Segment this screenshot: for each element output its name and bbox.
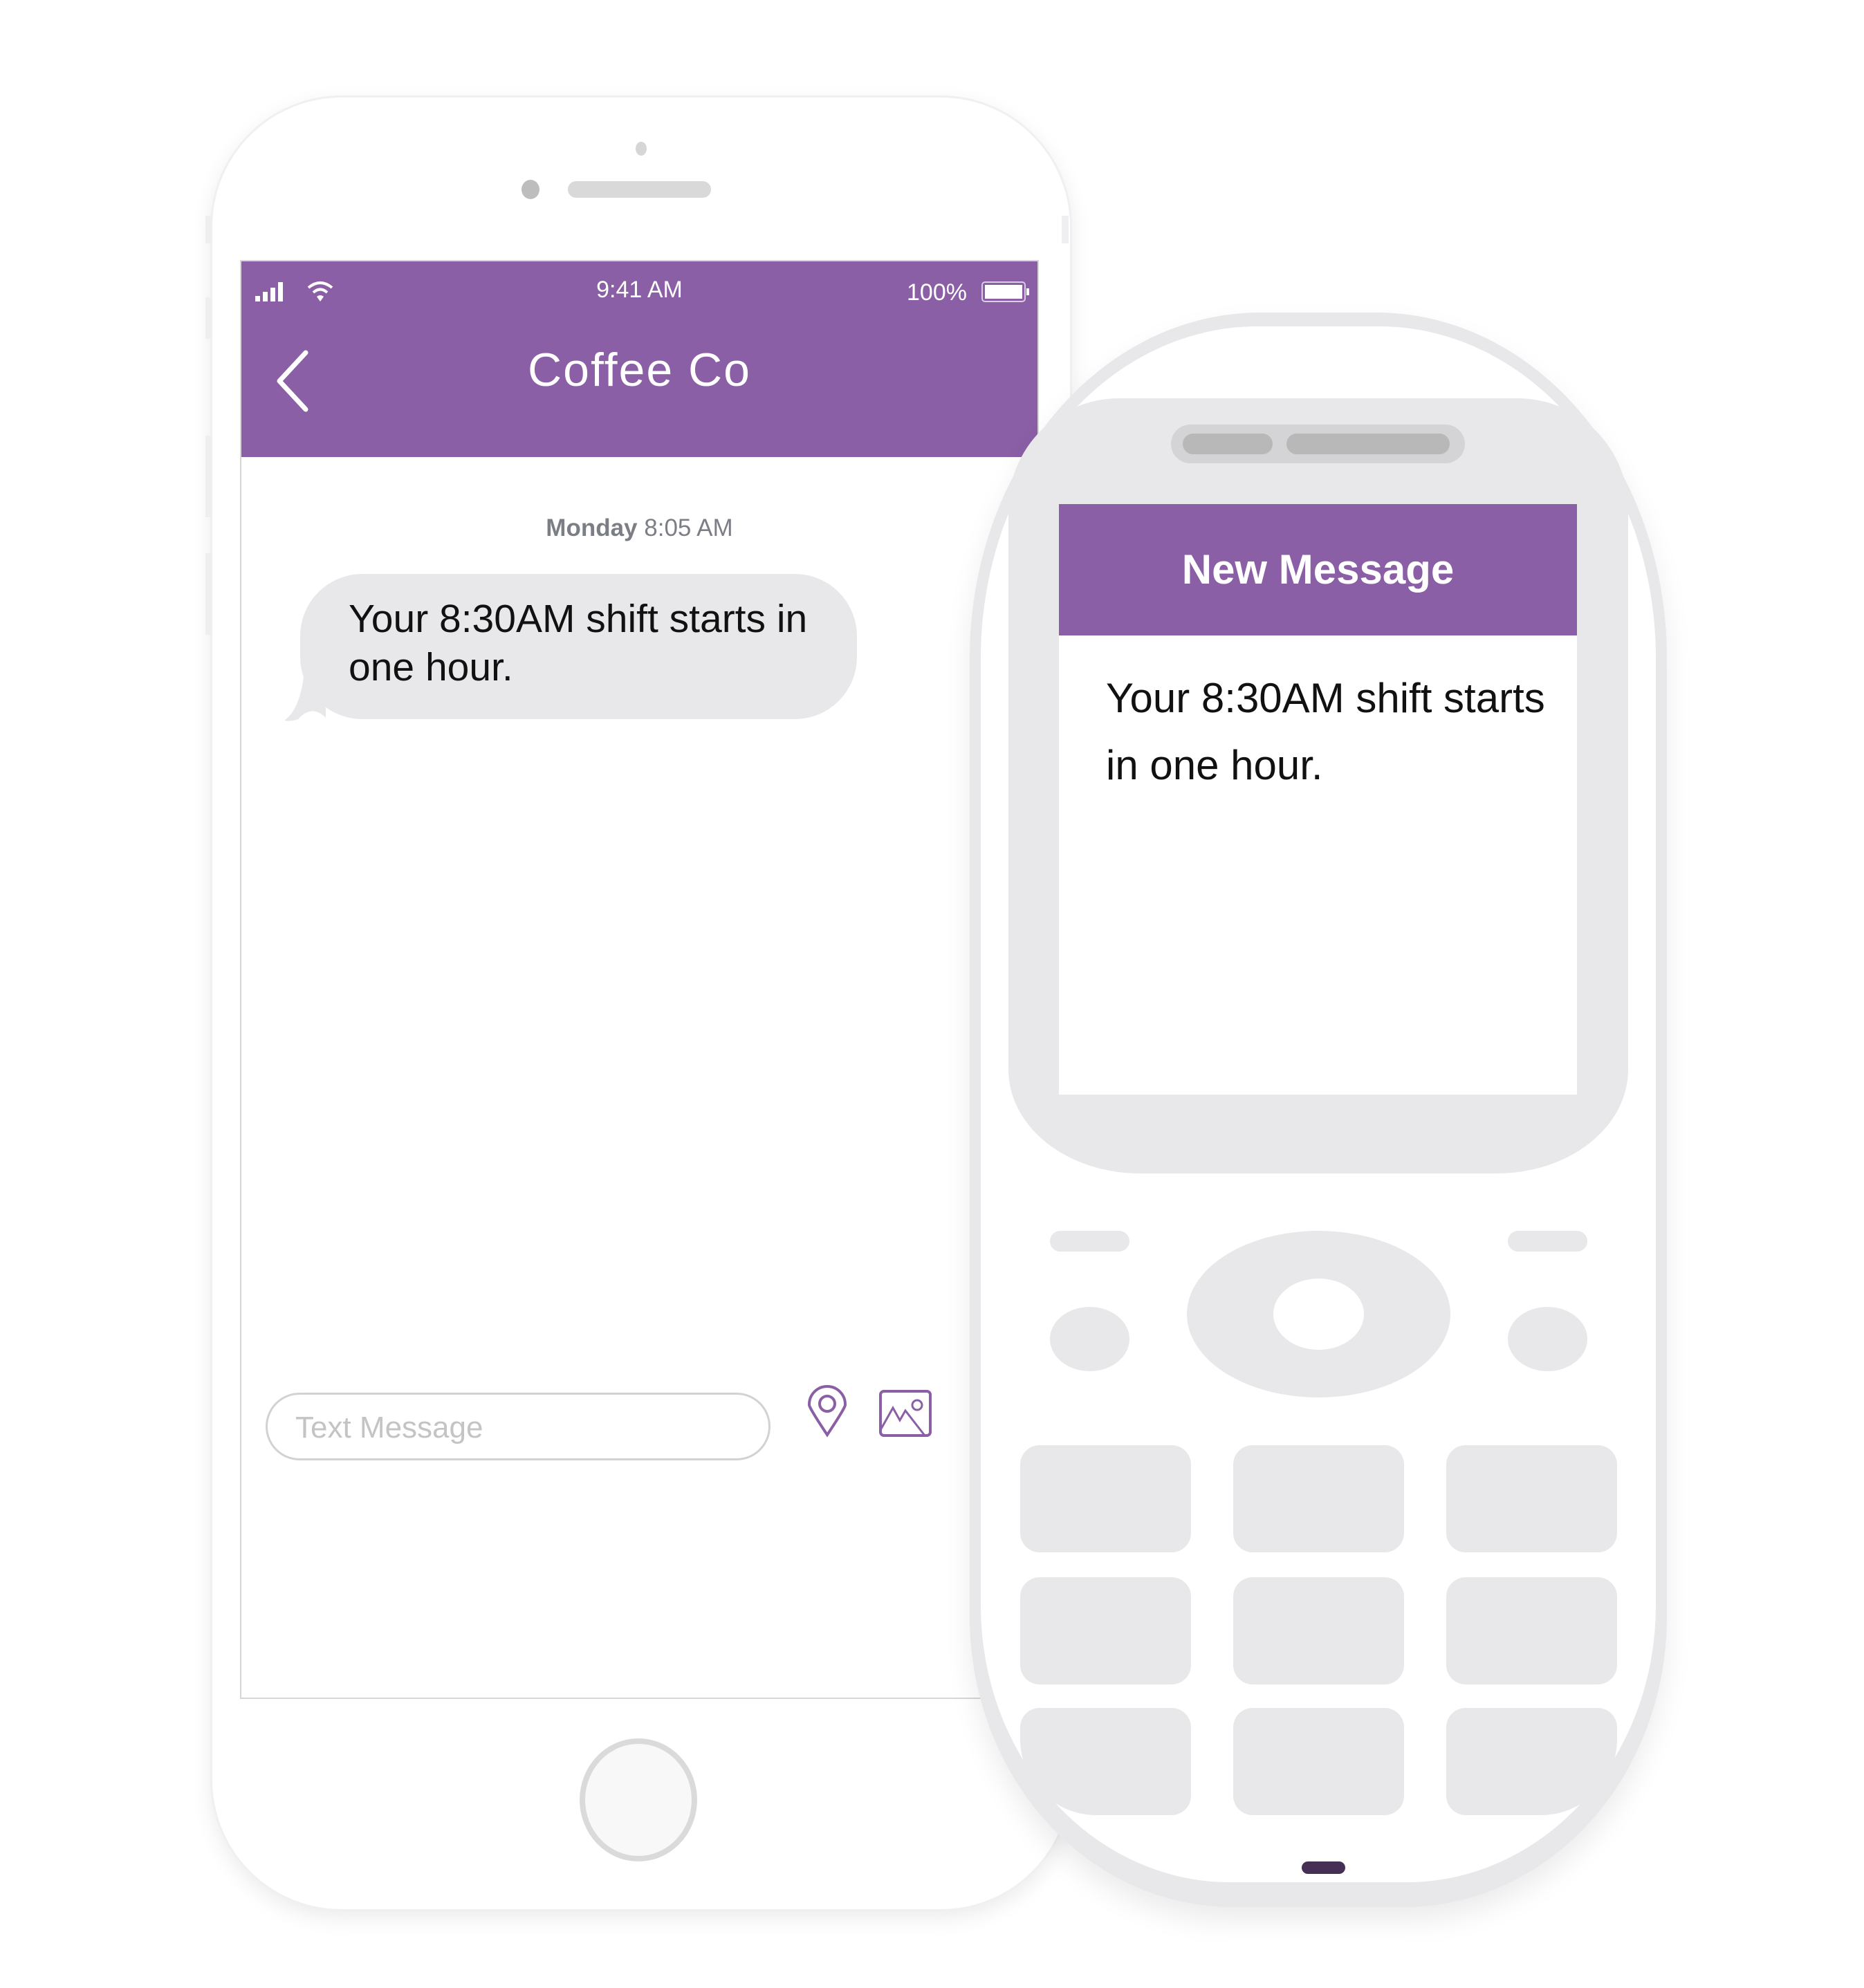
feature-phone-speaker	[1171, 425, 1465, 463]
speaker-slot	[1183, 434, 1273, 454]
keypad-key[interactable]	[1020, 1445, 1191, 1552]
feature-phone-message-text: Your 8:30AM shift starts in one hour.	[1106, 675, 1545, 788]
camera-sensor-icon	[636, 142, 647, 156]
message-bubble: Your 8:30AM shift starts in one hour.	[300, 574, 857, 719]
power-button	[1062, 216, 1069, 243]
app-header: 9:41 AM 100% Coffee Co	[241, 261, 1037, 457]
left-soft-key[interactable]	[1050, 1231, 1129, 1252]
keypad-key[interactable]	[1020, 1577, 1191, 1684]
location-pin-icon[interactable]	[805, 1385, 849, 1438]
keypad-key[interactable]	[1233, 1577, 1404, 1684]
keypad-key[interactable]	[1233, 1445, 1404, 1552]
select-key[interactable]	[1273, 1279, 1364, 1350]
home-button[interactable]	[580, 1738, 697, 1861]
feature-phone-screen: New Message Your 8:30AM shift starts in …	[1059, 504, 1577, 1095]
timestamp-day: Monday	[546, 514, 638, 541]
volume-button	[205, 553, 212, 635]
volume-button	[205, 436, 212, 517]
keypad-key[interactable]	[1446, 1577, 1617, 1684]
text-message-field[interactable]	[294, 1410, 739, 1446]
keypad-key[interactable]	[1446, 1445, 1617, 1552]
end-key[interactable]	[1508, 1307, 1587, 1371]
conversation-title: Coffee Co	[528, 344, 751, 396]
side-button	[205, 216, 212, 243]
call-key[interactable]	[1050, 1307, 1129, 1371]
message-text: Your 8:30AM shift starts in one hour.	[349, 597, 808, 689]
earpiece-speaker	[568, 181, 711, 198]
speaker-slot	[1286, 434, 1450, 454]
front-camera-icon	[522, 180, 539, 199]
text-message-input[interactable]	[266, 1393, 770, 1460]
new-message-header: New Message	[1059, 504, 1577, 635]
smartphone-screen: 9:41 AM 100% Coffee Co Monday 8:05 AM Yo…	[240, 260, 1039, 1699]
battery-percentage: 100%	[907, 279, 967, 306]
message-timestamp: Monday 8:05 AM	[241, 514, 1037, 542]
keypad-key[interactable]	[1233, 1708, 1404, 1815]
timestamp-time: 8:05 AM	[644, 514, 733, 541]
battery-icon	[981, 281, 1029, 302]
right-soft-key[interactable]	[1508, 1231, 1587, 1252]
image-icon[interactable]	[879, 1390, 932, 1438]
volume-button	[205, 297, 212, 339]
charging-port-indicator	[1302, 1861, 1345, 1874]
navigation-pad[interactable]	[1187, 1231, 1450, 1397]
